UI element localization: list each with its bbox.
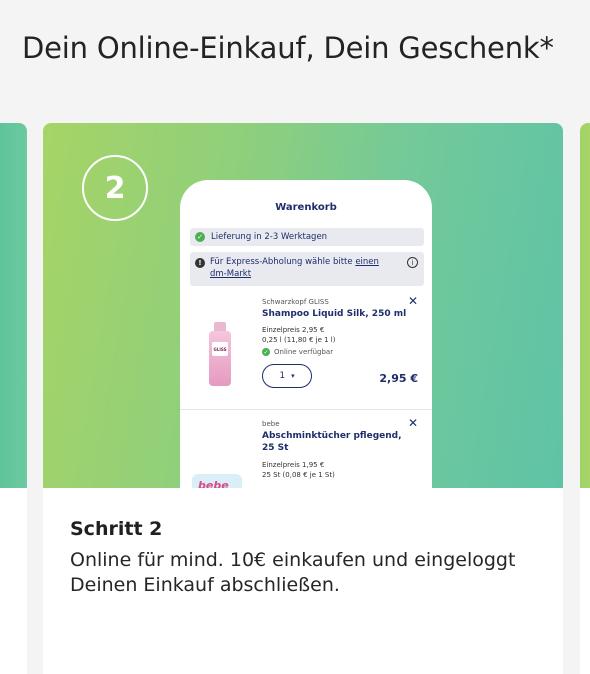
alert-circle-icon: ! [195, 258, 205, 268]
cart-item: bebe ✕ bebe Abschminktücher pflegend, 25… [180, 416, 432, 488]
item-price: 2,95 € [379, 372, 418, 385]
item-name[interactable]: Shampoo Liquid Silk, 250 ml [262, 308, 412, 320]
step-number-badge: 2 [82, 155, 148, 221]
close-icon[interactable]: ✕ [408, 416, 418, 430]
item-name[interactable]: Abschminktücher pflegend, 25 St [262, 430, 412, 454]
item-unit-detail: 25 St (0,08 € je 1 St) [262, 471, 335, 479]
quantity-select[interactable]: 1 ▾ [262, 364, 312, 388]
delivery-info: ✓ Lieferung in 2-3 Werktagen [190, 228, 424, 246]
step-card: 2 Warenkorb ✓ Lieferung in 2-3 Werktagen… [43, 123, 563, 674]
product-image: GLISS [209, 322, 231, 386]
cart-title: Warenkorb [275, 202, 337, 213]
product-image: bebe [192, 474, 242, 488]
close-icon[interactable]: ✕ [408, 294, 418, 308]
delivery-text: Lieferung in 2-3 Werktagen [211, 232, 328, 242]
item-brand: bebe [262, 420, 280, 428]
phone-mockup: Warenkorb ✓ Lieferung in 2-3 Werktagen !… [180, 180, 432, 488]
step-content: Schritt 2 Online für mind. 10€ einkaufen… [70, 516, 540, 598]
step-title: Schritt 2 [70, 518, 163, 540]
item-unit-price: Einzelpreis 2,95 € [262, 326, 325, 334]
express-text: Für Express-Abholung wähle bitte einen d… [210, 257, 379, 279]
page-title: Dein Online-Einkauf, Dein Geschenk* [22, 31, 554, 65]
item-unit-detail: 0,25 l (11,80 € je 1 l) [262, 336, 336, 344]
step-description: Online für mind. 10€ einkaufen und einge… [70, 549, 516, 596]
item-brand: Schwarzkopf GLISS [262, 298, 329, 306]
step-illustration: 2 Warenkorb ✓ Lieferung in 2-3 Werktagen… [43, 123, 563, 488]
item-unit-price: Einzelpreis 1,95 € [262, 461, 325, 469]
chevron-down-icon: ▾ [291, 372, 295, 380]
carousel-card-previous[interactable] [0, 123, 27, 674]
info-icon[interactable]: i [407, 257, 418, 268]
carousel-card-next[interactable] [580, 123, 590, 674]
item-availability: ✓ Online verfügbar [262, 348, 334, 356]
check-circle-icon: ✓ [262, 348, 270, 356]
express-pickup-notice: ! Für Express-Abholung wähle bitte einen… [190, 252, 424, 286]
check-circle-icon: ✓ [195, 232, 205, 242]
cart-item: GLISS ✕ Schwarzkopf GLISS Shampoo Liquid… [180, 292, 432, 410]
